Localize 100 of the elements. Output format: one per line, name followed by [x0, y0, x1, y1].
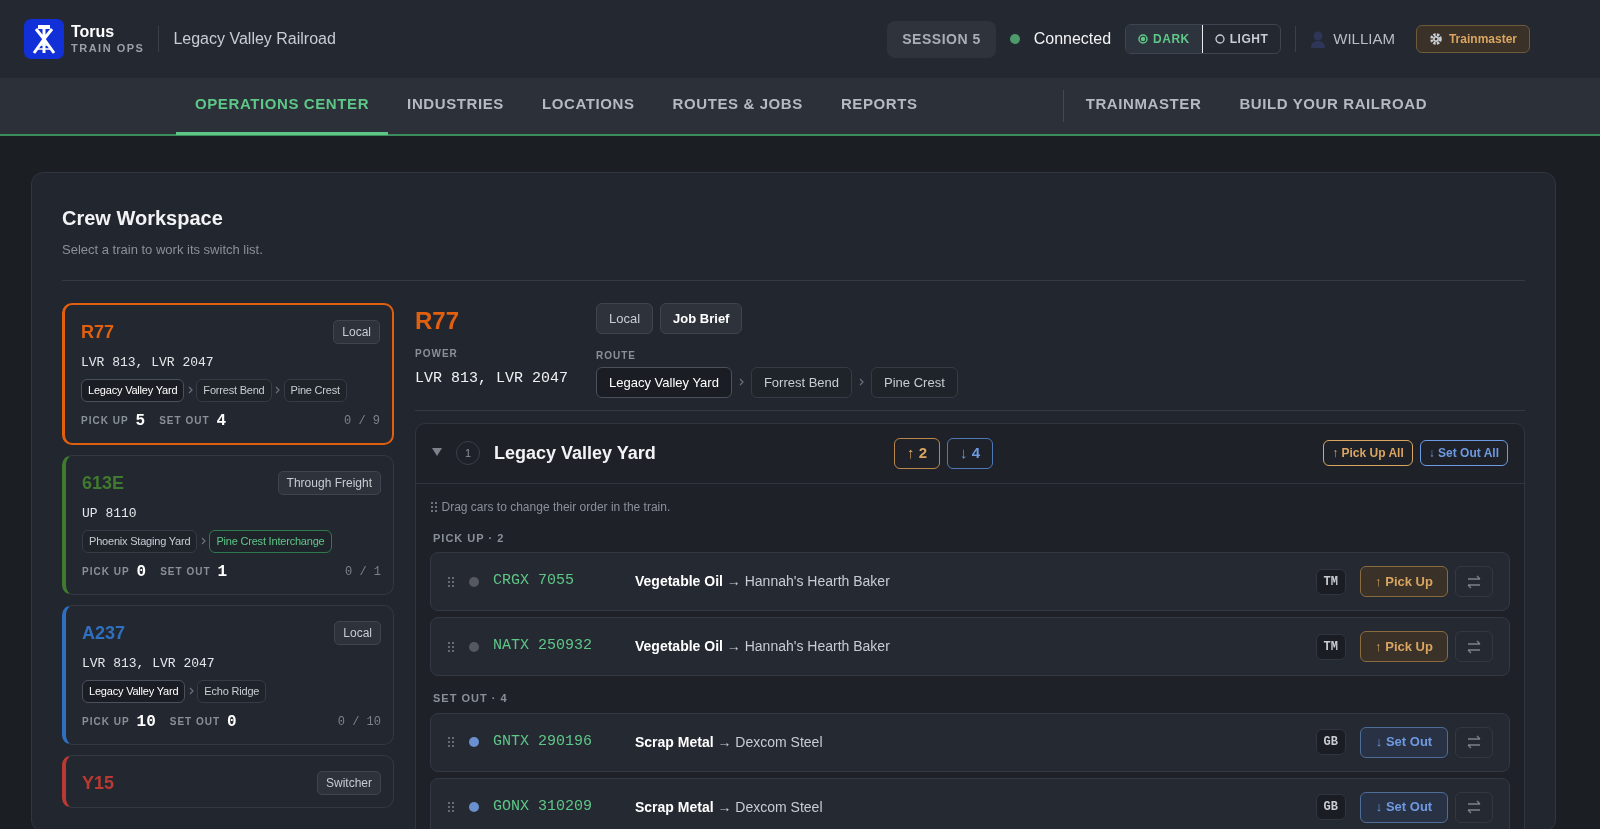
stat-value: 1: [217, 561, 228, 583]
chevron-icon: [738, 378, 744, 387]
car-load: Scrap Metal → Dexcom Steel: [635, 797, 823, 817]
drag-hint: Drag cars to change their order in the train.: [441, 498, 671, 516]
field-label: POWER: [415, 346, 459, 361]
chevron-icon: [187, 386, 193, 395]
car-number: GNTX 290196: [493, 731, 594, 752]
pick-up-button[interactable]: ↑ Pick Up: [1360, 566, 1448, 597]
car-load: Vegetable Oil → Hannah's Hearth Baker: [635, 637, 890, 656]
train-card[interactable]: R77 Local LVR 813, LVR 2047 Legacy Valley Yard Forrest Bend Pine Crest PICK UP 5 SET OUT 4 0 / 9: [62, 302, 394, 445]
power-text: LVR 813, LVR 2047: [81, 353, 215, 372]
section-heading: SET OUT · 4: [433, 691, 509, 706]
brand-subtitle: TRAIN OPS: [71, 43, 145, 55]
train-type-badge: Local: [596, 302, 654, 334]
circle-icon: [1138, 34, 1149, 44]
drag-handle-icon[interactable]: [447, 801, 455, 813]
car-row[interactable]: NATX 250932 Vegetable Oil → Hannah's Hearth Baker TM ↑ Pick Up: [430, 617, 1510, 676]
section-heading: PICK UP · 2: [433, 530, 506, 546]
swap-button[interactable]: [1455, 791, 1493, 823]
swap-button[interactable]: [1455, 631, 1493, 662]
car-tag: GB: [1315, 794, 1346, 820]
nav-tab[interactable]: TRAINMASTER: [1066, 77, 1221, 135]
stat-label: SET OUT: [169, 715, 221, 729]
set-out-button[interactable]: ↓ Set Out: [1360, 791, 1448, 823]
setout-count: ↓ 4: [947, 438, 994, 469]
session-badge: SESSION 5: [887, 20, 996, 58]
theme-toggle[interactable]: DARK: [1126, 25, 1202, 53]
train-type-badge: Local: [333, 320, 380, 344]
route-stop: Pine Crest: [283, 379, 347, 402]
role-button[interactable]: Trainmaster: [1415, 25, 1530, 53]
car-tag: TM: [1315, 633, 1346, 660]
progress-count: 0 / 1: [345, 563, 381, 581]
train-name: R77: [81, 320, 115, 344]
car-load: Vegetable Oil → Hannah's Hearth Baker: [635, 572, 890, 591]
nav-tab[interactable]: ROUTES & JOBS: [653, 77, 822, 135]
chevron-icon: [859, 378, 865, 387]
connection-status: Connected: [1033, 29, 1112, 49]
stat-label: SET OUT: [160, 565, 211, 579]
pick-up-all-button[interactable]: ↑ Pick Up All: [1323, 440, 1413, 467]
power-text: LVR 813, LVR 2047: [82, 654, 216, 673]
train-card[interactable]: Y15 Switcher: [62, 754, 394, 808]
workspace-subtitle: Select a train to work its switch list.: [62, 241, 264, 259]
logo-icon: [24, 19, 64, 59]
gear-icon: [1428, 32, 1443, 46]
set-out-all-button[interactable]: ↓ Set Out All: [1419, 440, 1508, 467]
swap-button[interactable]: [1455, 566, 1493, 597]
job-brief-button[interactable]: Job Brief: [660, 302, 743, 334]
user-name: WILLIAM: [1333, 28, 1395, 49]
train-type-badge: Switcher: [317, 771, 381, 795]
car-tag: TM: [1315, 568, 1346, 595]
train-name: R77: [415, 305, 461, 336]
set-out-button[interactable]: ↓ Set Out: [1360, 726, 1448, 758]
field-label: ROUTE: [596, 349, 638, 363]
pick-up-button[interactable]: ↑ Pick Up: [1360, 631, 1448, 662]
drag-handle-icon[interactable]: [447, 736, 455, 748]
swap-icon: [1467, 574, 1481, 589]
stat-label: PICK UP: [81, 414, 129, 428]
nav-tab[interactable]: OPERATIONS CENTER: [176, 77, 389, 135]
power-text: LVR 813, LVR 2047: [415, 368, 569, 389]
stat-value: 5: [135, 410, 146, 432]
stat-value: 4: [216, 410, 227, 432]
drag-handle-icon[interactable]: [447, 575, 455, 588]
nav-tab[interactable]: INDUSTRIES: [388, 77, 523, 135]
route-stop: Forrest Bend: [750, 366, 853, 398]
stat-label: PICK UP: [82, 715, 130, 729]
route-stop: Pine Crest: [871, 366, 958, 398]
drag-handle-icon[interactable]: [447, 640, 455, 653]
car-tag: GB: [1315, 729, 1346, 755]
route-stop: Pine Crest Interchange: [209, 530, 332, 553]
route-stop: Phoenix Staging Yard: [82, 530, 198, 553]
theme-toggle[interactable]: LIGHT: [1201, 25, 1281, 53]
stop-name: Legacy Valley Yard: [494, 441, 657, 465]
stat-value: 10: [136, 711, 156, 733]
swap-icon: [1467, 800, 1481, 814]
car-number: NATX 250932: [493, 636, 594, 657]
nav-tab[interactable]: REPORTS: [821, 77, 937, 135]
stat-label: PICK UP: [82, 565, 130, 579]
chevron-icon: [188, 687, 194, 696]
brand-name: Torus: [71, 23, 116, 40]
swap-button[interactable]: [1455, 726, 1493, 758]
train-card[interactable]: A237 Local LVR 813, LVR 2047 Legacy Valley Yard Echo Ridge PICK UP 10 SET OUT 0 0 / 10: [62, 604, 394, 745]
car-row[interactable]: CRGX 7055 Vegetable Oil → Hannah's Hearth Baker TM ↑ Pick Up: [430, 552, 1510, 611]
nav-tab[interactable]: BUILD YOUR RAILROAD: [1220, 77, 1447, 135]
user-icon: [1310, 30, 1327, 48]
railroad-name: Legacy Valley Railroad: [173, 29, 336, 49]
grip-icon: [430, 500, 438, 513]
car-number: CRGX 7055: [493, 571, 575, 592]
swap-icon: [1467, 735, 1481, 749]
workspace-title: Crew Workspace: [62, 206, 224, 231]
route-stop: Legacy Valley Yard: [81, 379, 185, 402]
route-stop: Legacy Valley Yard: [596, 366, 732, 398]
car-row[interactable]: GNTX 290196 Scrap Metal → Dexcom Steel GB ↓ Set Out: [430, 712, 1510, 772]
car-row[interactable]: GONX 310209 Scrap Metal → Dexcom Steel GB ↓ Set Out: [430, 777, 1510, 829]
train-name: 613E: [82, 471, 125, 495]
stat-value: 0: [227, 711, 237, 733]
pickup-count: ↑ 2: [894, 438, 940, 469]
train-card[interactable]: 613E Through Freight UP 8110 Phoenix Staging Yard Pine Crest Interchange PICK UP 0 SET OUT 1 0 / 1: [62, 454, 394, 595]
route-stop: Echo Ridge: [197, 680, 267, 703]
nav-tab[interactable]: LOCATIONS: [522, 77, 654, 135]
train-type-badge: Local: [334, 621, 381, 645]
